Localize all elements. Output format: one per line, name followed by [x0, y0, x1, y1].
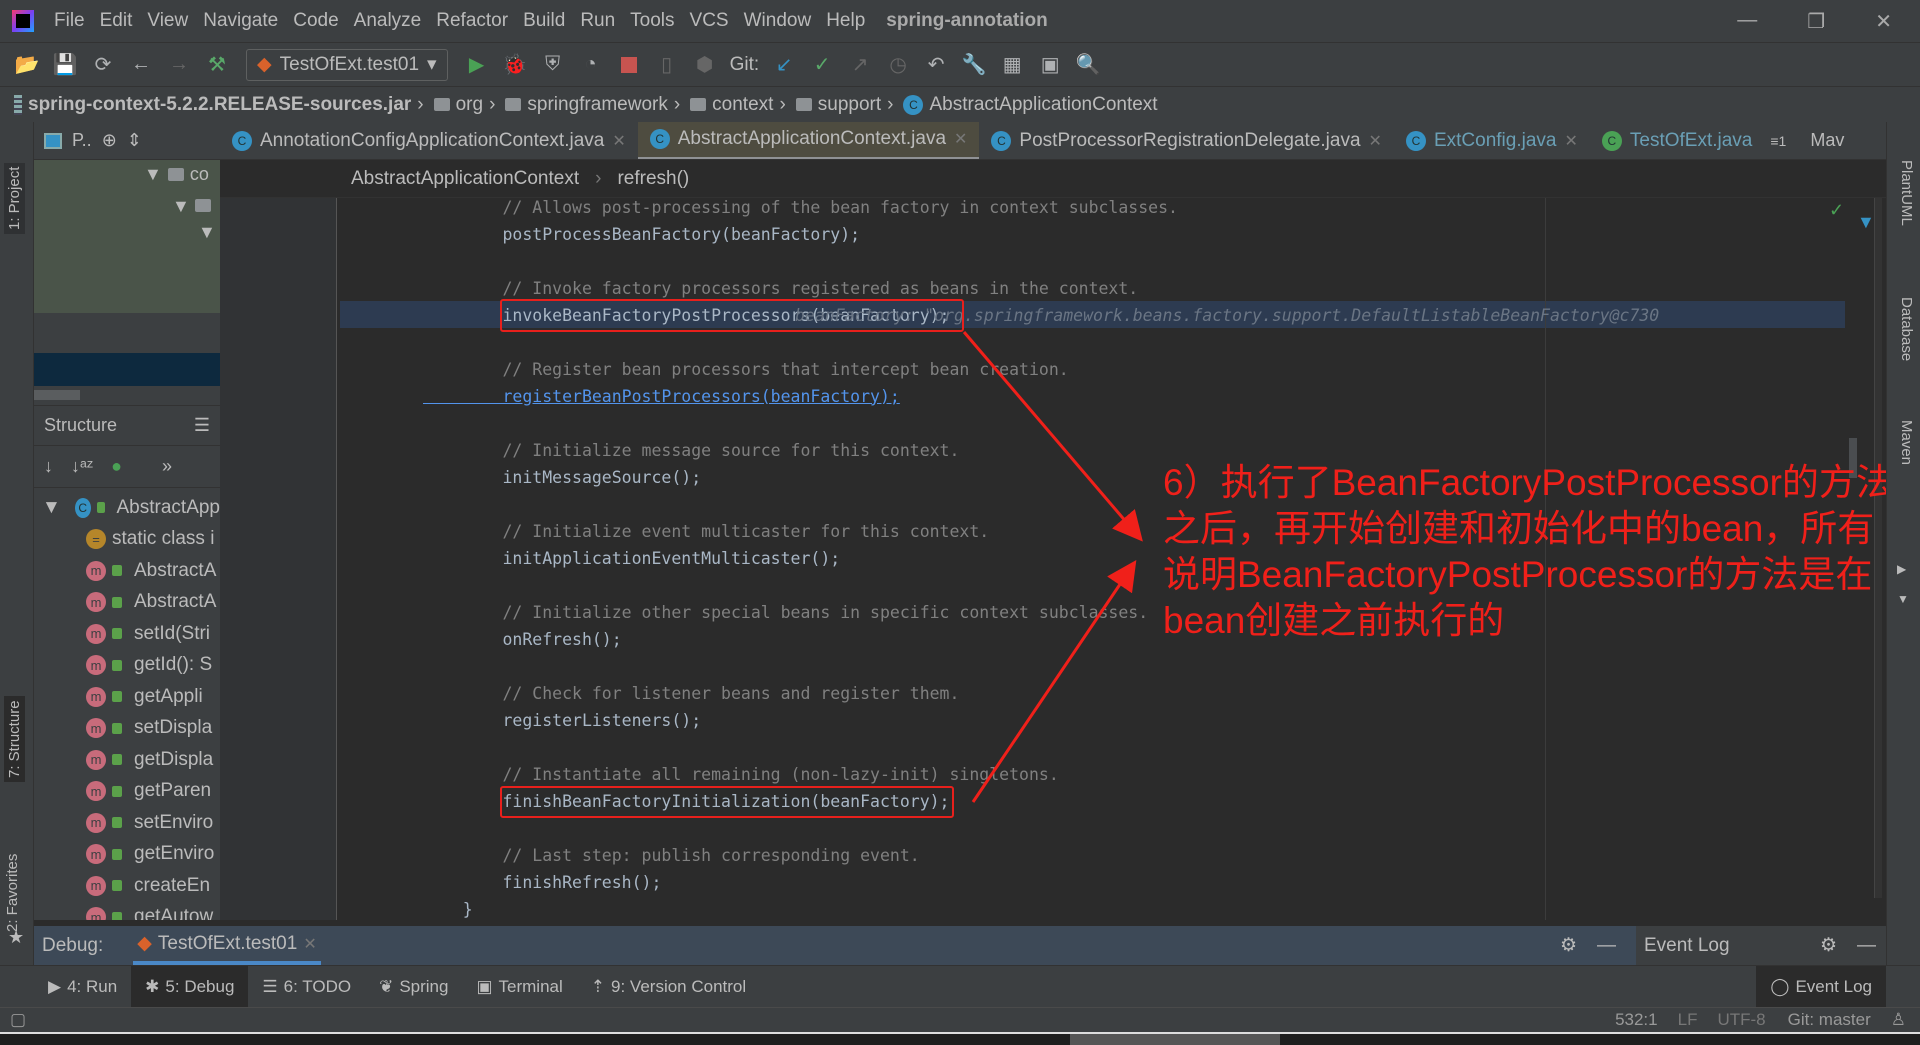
event-log-header: Event Log [1644, 934, 1730, 956]
settings-gear-icon[interactable]: ⚙ [1820, 934, 1837, 957]
tool-terminal[interactable]: ▣ Terminal [462, 966, 576, 1008]
tool-spring[interactable]: ❦ Spring [365, 966, 462, 1008]
run-icon: ▶ [48, 976, 62, 996]
tool-run[interactable]: ▶ 4: Run [34, 966, 131, 1008]
debug-tool-header: Debug: ◆ TestOfExt.test01 ✕ ⚙ — Event Log … [34, 926, 1886, 965]
junit-icon: ◆ [137, 933, 152, 954]
toggle-tool-windows-icon[interactable]: ▢ [10, 1010, 26, 1030]
inspector-icon[interactable]: ♙ [1891, 1010, 1906, 1030]
maven-tool-tab[interactable]: Maven [1898, 420, 1915, 465]
caret-position[interactable]: 532:1 [1615, 1010, 1658, 1030]
debug-session-tab[interactable]: ◆ TestOfExt.test01 ✕ [133, 926, 321, 965]
tool-debug[interactable]: ✱ 5: Debug [131, 965, 249, 1008]
database-tool-tab[interactable]: Database [1898, 297, 1915, 361]
spring-leaf-icon: ❦ [379, 976, 394, 996]
debug-icon: ✱ [145, 976, 160, 996]
scroll-arrow-icon[interactable]: ▼ [1897, 592, 1909, 606]
annotation-note: 6）执行了BeanFactoryPostProcessor的方法之后，再开始创建… [1163, 462, 1893, 641]
event-log-icon: ◯ [1770, 976, 1790, 996]
plantuml-tool-tab[interactable]: PlantUML [1898, 160, 1915, 226]
minimize-panel-icon[interactable]: — [1597, 935, 1616, 957]
list-icon: ☰ [262, 976, 278, 996]
line-separator[interactable]: LF [1678, 1010, 1698, 1030]
right-tool-stripe: PlantUML Database Maven ▶ ▼ [1886, 122, 1920, 1007]
close-tab-icon[interactable]: ✕ [303, 934, 316, 954]
vcs-icon: ⇡ [590, 976, 606, 996]
arrow-from-invoke [962, 331, 1143, 542]
terminal-icon: ▣ [476, 976, 493, 996]
minimize-panel-icon[interactable]: — [1857, 935, 1876, 957]
settings-gear-icon[interactable]: ⚙ [1560, 934, 1577, 957]
arrow-from-finish [971, 560, 1137, 803]
taskbar-strip [0, 1032, 1920, 1045]
git-branch[interactable]: Git: master [1788, 1010, 1871, 1030]
encoding[interactable]: UTF-8 [1717, 1010, 1765, 1030]
debug-label: Debug: [42, 934, 104, 956]
status-bar: ▢ 532:1 LF UTF-8 Git: master ♙ [0, 1007, 1920, 1032]
event-log-button[interactable]: ◯ Event Log [1756, 965, 1886, 1008]
tool-window-bar: ▶ 4: Run ✱ 5: Debug ☰ 6: TODO ❦ Spring ▣ Term… [0, 965, 1920, 1008]
tool-version-control[interactable]: ⇡ 9: Version Control [577, 966, 760, 1008]
scroll-arrow-icon[interactable]: ▶ [1897, 562, 1906, 576]
tool-todo[interactable]: ☰ 6: TODO [248, 966, 365, 1008]
